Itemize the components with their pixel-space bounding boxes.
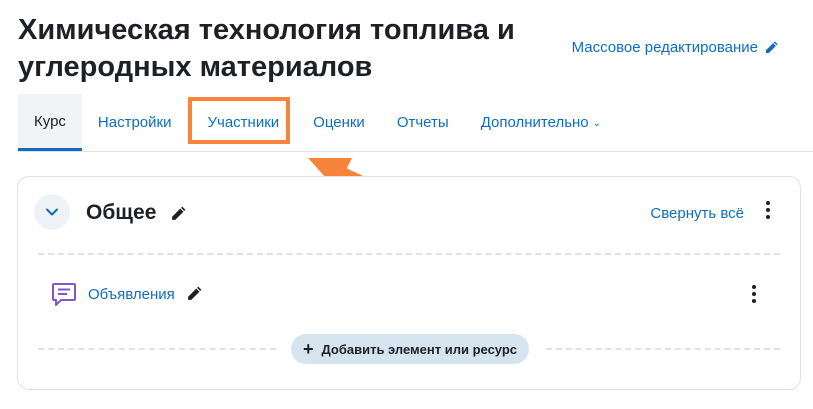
tab-label: Дополнительно bbox=[480, 114, 589, 131]
tab-more[interactable]: Дополнительно ⌄ bbox=[465, 94, 617, 151]
tab-label: Участники bbox=[207, 114, 280, 131]
section-collapse-button[interactable] bbox=[34, 194, 70, 230]
activity-link-announcements[interactable]: Объявления bbox=[88, 286, 175, 303]
add-activity-button[interactable]: + Добавить элемент или ресурс bbox=[291, 334, 529, 364]
add-activity-label: Добавить элемент или ресурс bbox=[321, 341, 518, 357]
plus-icon: + bbox=[302, 339, 314, 359]
tab-reports[interactable]: Отчеты bbox=[381, 94, 465, 151]
bulk-edit-label: Массовое редактирование bbox=[571, 39, 758, 56]
activity-menu-icon[interactable] bbox=[746, 284, 762, 304]
course-page: Химическая технология топлива и углеродн… bbox=[0, 0, 813, 409]
forum-icon bbox=[52, 283, 76, 306]
tab-label: Настройки bbox=[97, 114, 172, 131]
tab-grades[interactable]: Оценки bbox=[297, 94, 381, 151]
pencil-icon[interactable] bbox=[170, 205, 187, 222]
section-menu-icon[interactable] bbox=[760, 200, 776, 220]
divider bbox=[546, 348, 780, 350]
tab-label: Курс bbox=[34, 112, 66, 130]
page-title: Химическая технология топлива и углеродн… bbox=[18, 14, 515, 83]
course-tabs: Курс Настройки Участники Оценки Отчеты Д… bbox=[18, 94, 813, 152]
section-general: Общее Свернуть всё Объявления + Добавить… bbox=[17, 176, 801, 390]
tab-label: Отчеты bbox=[396, 114, 449, 131]
pencil-icon bbox=[765, 41, 778, 54]
tab-course[interactable]: Курс bbox=[18, 94, 82, 151]
section-title: Общее bbox=[86, 201, 157, 224]
divider bbox=[38, 253, 780, 255]
tab-label: Оценки bbox=[313, 114, 365, 131]
chevron-down-icon bbox=[46, 208, 58, 216]
tab-participants[interactable]: Участники bbox=[187, 94, 297, 151]
tab-settings[interactable]: Настройки bbox=[82, 94, 188, 151]
pencil-icon[interactable] bbox=[186, 285, 203, 302]
bulk-edit-link[interactable]: Массовое редактирование bbox=[572, 39, 779, 56]
collapse-all-link[interactable]: Свернуть всё bbox=[650, 205, 744, 222]
divider bbox=[38, 348, 276, 350]
chevron-down-icon: ⌄ bbox=[592, 118, 602, 129]
